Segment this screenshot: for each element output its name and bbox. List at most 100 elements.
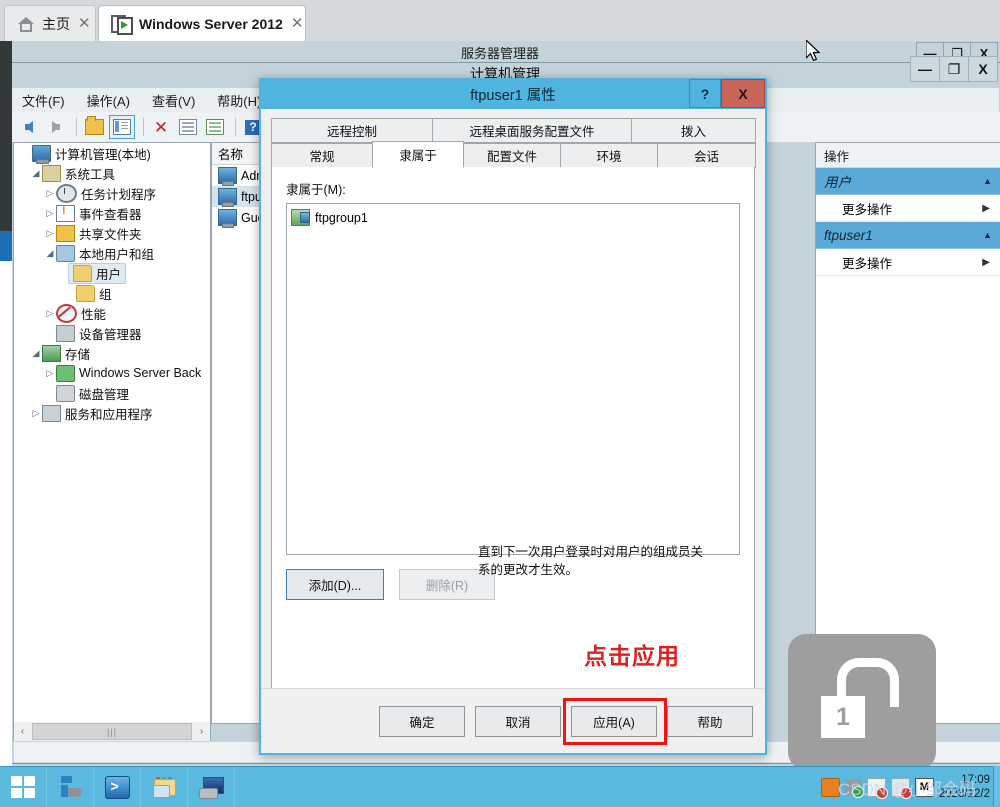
tree-node-groups[interactable]: 组 xyxy=(14,283,210,303)
chevron-up-icon[interactable]: ▲ xyxy=(983,230,992,240)
tab-general[interactable]: 常规 xyxy=(271,143,373,168)
dialog-help-button[interactable]: ? xyxy=(689,79,721,108)
tree-node-disk-management[interactable]: 磁盘管理 xyxy=(14,383,210,403)
action-item-label: 更多操作 xyxy=(842,202,893,217)
home-icon xyxy=(17,16,35,32)
tree-node-label: 任务计划程序 xyxy=(81,187,157,202)
tree-node-performance[interactable]: ▷ 性能 xyxy=(14,303,210,323)
expander[interactable]: ▷ xyxy=(44,208,56,219)
ftpuser1-properties-dialog: ftpuser1 属性 ? X 远程控制 远程桌面服务配置文件 拨入 常规 隶属… xyxy=(259,78,767,755)
tree-node-label: 磁盘管理 xyxy=(79,387,130,402)
tab-environment[interactable]: 环境 xyxy=(560,143,658,168)
expander[interactable]: ◢ xyxy=(30,168,42,179)
tree-node-system-tools[interactable]: ◢ 系统工具 xyxy=(14,163,210,183)
expander[interactable]: ▷ xyxy=(44,228,56,239)
maximize-button[interactable]: ❐ xyxy=(940,56,969,82)
dialog-footer: 确定 取消 应用(A) 帮助 xyxy=(261,688,765,753)
expander[interactable]: ▷ xyxy=(30,408,42,419)
action-pane-header: 操作 xyxy=(816,143,1000,168)
tree-node-label: 计算机管理(本地) xyxy=(55,147,151,162)
member-of-list[interactable]: ftpgroup1 xyxy=(286,203,740,555)
delete-icon[interactable]: ✕ xyxy=(149,116,173,138)
expander[interactable]: ◢ xyxy=(30,348,42,359)
close-button[interactable]: X xyxy=(969,56,998,82)
show-tree-pane-icon[interactable] xyxy=(109,115,135,139)
scrollbar-thumb[interactable]: ||| xyxy=(32,723,192,740)
tab-sessions[interactable]: 会话 xyxy=(657,143,756,168)
tree-node-computer-management[interactable]: 计算机管理(本地) xyxy=(14,143,210,164)
close-icon[interactable]: ✕ xyxy=(78,16,91,31)
list-item[interactable]: ftpgroup1 xyxy=(291,208,739,227)
tree-node-label: 系统工具 xyxy=(65,167,116,182)
tree-node-users[interactable]: 用户 xyxy=(14,262,210,284)
tree-node-device-manager[interactable]: 设备管理器 xyxy=(14,323,210,343)
forward-arrow-icon[interactable] xyxy=(44,116,68,138)
tab-remote-desktop-services-profile[interactable]: 远程桌面服务配置文件 xyxy=(432,118,632,143)
windows-start-icon[interactable] xyxy=(0,767,47,807)
menu-view[interactable]: 查看(V) xyxy=(141,89,206,112)
chevron-up-icon[interactable]: ▲ xyxy=(983,176,992,186)
add-button[interactable]: 添加(D)... xyxy=(286,569,384,600)
dialog-tab-row-2: 常规 隶属于 配置文件 环境 会话 xyxy=(271,141,756,168)
shared-folder-icon xyxy=(56,224,75,242)
lock-badge-number: 1 xyxy=(836,702,850,731)
browser-tab-windows-server-2012[interactable]: Windows Server 2012 ✕ xyxy=(98,5,306,41)
tab-member-of[interactable]: 隶属于 xyxy=(372,141,464,168)
powershell-taskbar-icon[interactable] xyxy=(94,767,141,807)
tab-profile[interactable]: 配置文件 xyxy=(463,143,561,168)
scroll-right-icon[interactable]: › xyxy=(193,723,210,740)
browser-tab-label: Windows Server 2012 xyxy=(139,15,283,32)
cancel-button[interactable]: 取消 xyxy=(475,706,561,737)
tree-node-storage[interactable]: ◢ 存储 xyxy=(14,343,210,363)
console-tree-pane[interactable]: 计算机管理(本地) ◢ 系统工具 ▷ 任务计划程序 ▷ 事件查看器 ▷ 共享文件… xyxy=(13,142,211,724)
list-item-label: ftpgroup1 xyxy=(315,210,368,225)
lock-body: 1 xyxy=(821,696,865,738)
menu-action[interactable]: 操作(A) xyxy=(76,89,141,112)
toolbar-separator xyxy=(235,118,236,136)
browser-tab-home[interactable]: 主页 ✕ xyxy=(4,5,96,41)
tree-node-services-and-applications[interactable]: ▷ 服务和应用程序 xyxy=(14,403,210,423)
user-icon xyxy=(218,209,237,228)
properties-icon[interactable] xyxy=(176,116,200,138)
dialog-title-bar: ftpuser1 属性 ? X xyxy=(261,79,765,109)
expander[interactable]: ▷ xyxy=(44,308,56,319)
ok-button[interactable]: 确定 xyxy=(379,706,465,737)
action-group-title: 用户 xyxy=(824,175,851,190)
action-item-more-actions[interactable]: 更多操作 ▶ xyxy=(816,249,1000,276)
tree-node-label: 存储 xyxy=(65,347,91,362)
open-folder-icon[interactable] xyxy=(82,116,106,138)
java-tray-icon[interactable] xyxy=(820,777,840,797)
file-explorer-taskbar-icon[interactable] xyxy=(141,767,188,807)
event-viewer-icon xyxy=(56,204,75,222)
tree-node-local-users-and-groups[interactable]: ◢ 本地用户和组 xyxy=(14,243,210,263)
help-button[interactable]: 帮助 xyxy=(667,706,753,737)
action-item-label: 更多操作 xyxy=(842,256,893,271)
disk-icon xyxy=(56,384,75,402)
expander[interactable]: ▷ xyxy=(44,188,56,199)
tree-horizontal-scrollbar[interactable]: ‹ ||| › xyxy=(13,722,211,742)
action-group-users[interactable]: 用户 ▲ xyxy=(816,168,1000,195)
tree-node-shared-folders[interactable]: ▷ 共享文件夹 xyxy=(14,223,210,243)
tree-node-task-scheduler[interactable]: ▷ 任务计划程序 xyxy=(14,183,210,203)
show-desktop-button[interactable] xyxy=(993,766,1000,806)
action-item-more-actions[interactable]: 更多操作 ▶ xyxy=(816,195,1000,222)
action-group-ftpuser1[interactable]: ftpuser1 ▲ xyxy=(816,222,1000,249)
tree-node-label: 事件查看器 xyxy=(79,207,142,222)
tree-node-event-viewer[interactable]: ▷ 事件查看器 xyxy=(14,203,210,223)
menu-file[interactable]: 文件(F) xyxy=(11,89,76,112)
tree-node-label: Windows Server Back xyxy=(79,366,202,380)
expander[interactable]: ▷ xyxy=(44,368,56,379)
left-edge-accent-strip xyxy=(0,231,12,261)
tree-node-windows-server-backup[interactable]: ▷ Windows Server Back xyxy=(14,363,210,383)
scroll-left-icon[interactable]: ‹ xyxy=(14,723,31,740)
tab-remote-control[interactable]: 远程控制 xyxy=(271,118,433,143)
expander[interactable]: ◢ xyxy=(44,248,56,259)
tab-dial-in[interactable]: 拨入 xyxy=(631,118,756,143)
computer-management-taskbar-icon[interactable] xyxy=(188,767,235,807)
dialog-close-button[interactable]: X xyxy=(721,79,765,108)
close-icon[interactable]: ✕ xyxy=(291,16,304,31)
minimize-button[interactable]: — xyxy=(910,56,940,82)
server-manager-taskbar-icon[interactable] xyxy=(47,767,94,807)
back-arrow-icon[interactable] xyxy=(17,116,41,138)
export-list-icon[interactable] xyxy=(203,116,227,138)
